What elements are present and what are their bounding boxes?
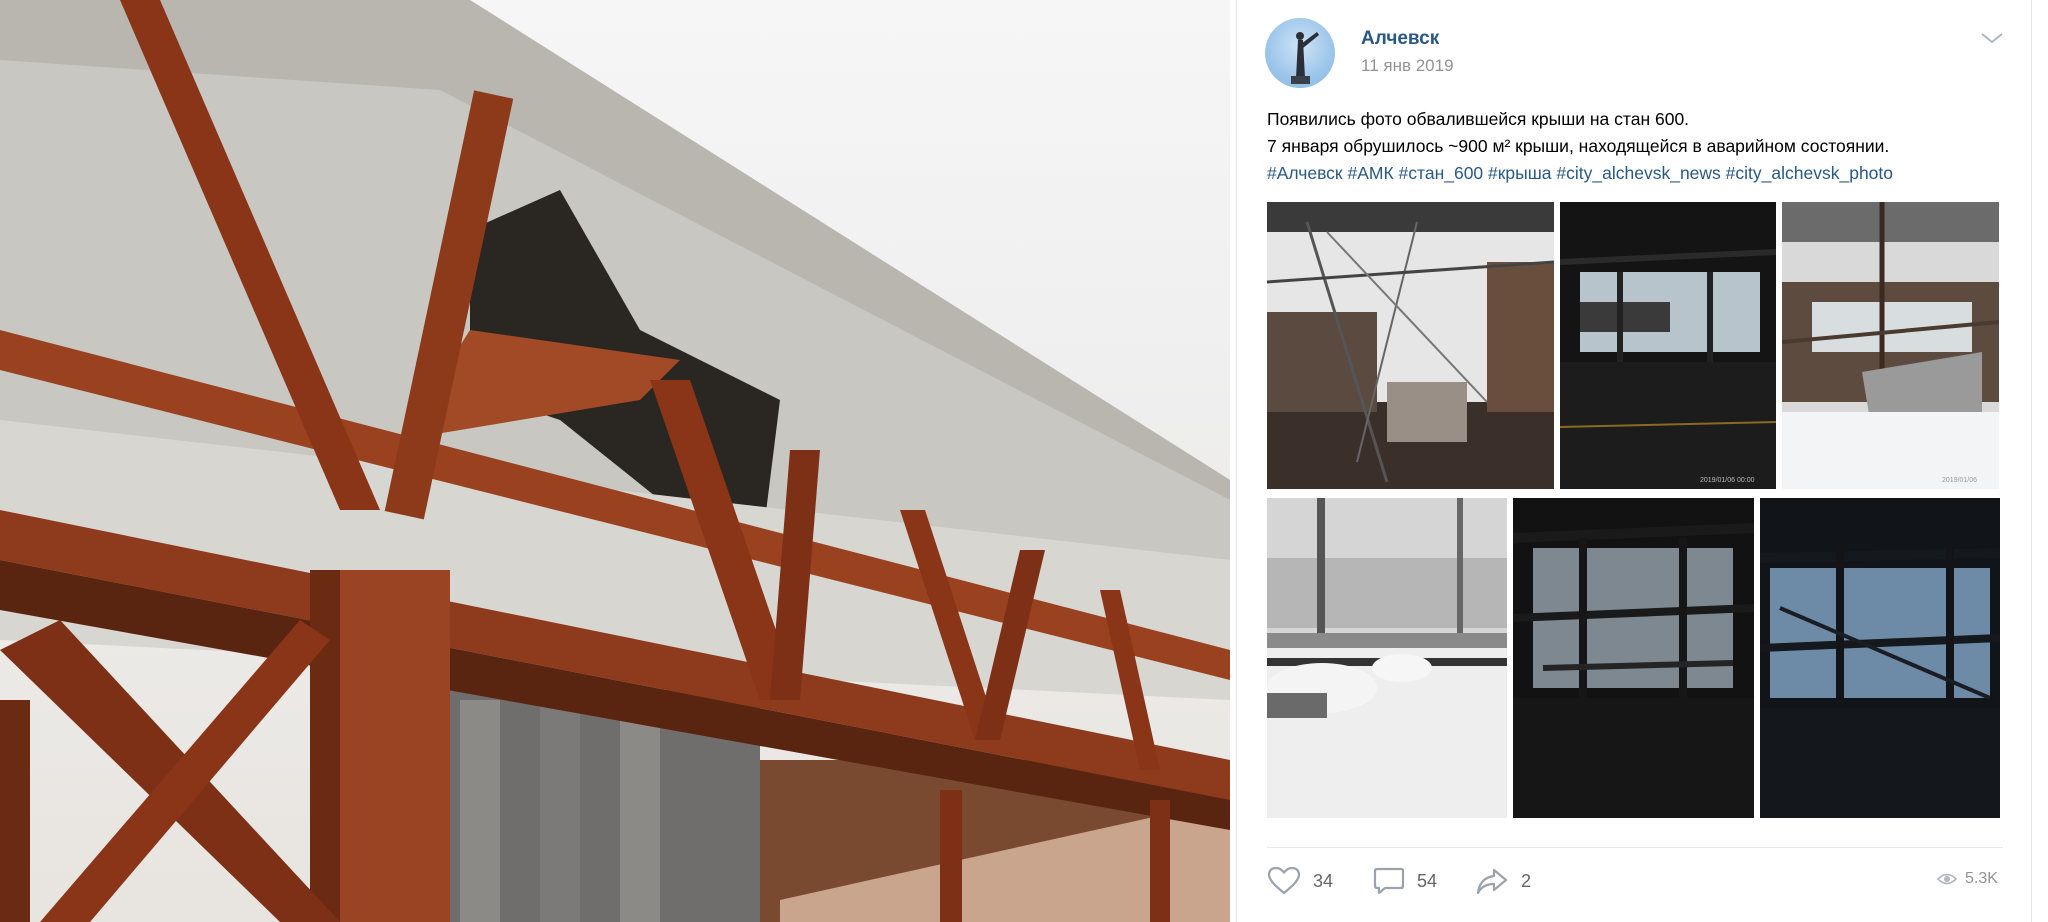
photo-thumbnail-3[interactable]: 2019/01/06 xyxy=(1782,202,1999,489)
post-date[interactable]: 11 янв 2019 xyxy=(1361,56,1454,76)
photo-thumbnail-5[interactable] xyxy=(1513,498,1754,818)
heart-icon xyxy=(1267,866,1301,895)
divider xyxy=(1267,847,2003,848)
views-count: 5.3K xyxy=(1965,870,1998,887)
eye-icon xyxy=(1937,873,1957,885)
hashtags: #Алчевск #АМК #стан_600 #крыша #city_alc… xyxy=(1267,160,2007,187)
author-name[interactable]: Алчевск xyxy=(1361,28,1439,50)
dark-hall-frame-blue-image xyxy=(1760,498,2000,818)
post-card: Алчевск 11 янв 2019 Появились фото обвал… xyxy=(1236,0,2032,922)
dark-hall-collapse-image: 2019/01/06 00:00 xyxy=(1560,202,1776,489)
photo-thumbnail-1[interactable] xyxy=(1267,202,1554,489)
hashtag-link[interactable]: #АМК xyxy=(1347,163,1393,183)
comment-button[interactable]: 54 xyxy=(1373,866,1437,896)
like-button[interactable]: 34 xyxy=(1267,866,1333,896)
monument-silhouette xyxy=(1291,32,1319,84)
share-icon xyxy=(1476,868,1508,895)
chevron-down-icon[interactable] xyxy=(1979,30,2005,46)
comment-count: 54 xyxy=(1417,870,1438,891)
collapsed-roof-daylight-image xyxy=(1267,202,1554,489)
collapsed-roof-snow-image: 2019/01/06 xyxy=(1782,202,1999,489)
avatar[interactable] xyxy=(1265,18,1335,88)
post-text-line: 7 января обрушилось ~900 м² крыши, наход… xyxy=(1267,136,1890,156)
comment-icon xyxy=(1373,867,1405,895)
hashtag-link[interactable]: #city_alchevsk_photo xyxy=(1726,163,1893,183)
hashtag-link[interactable]: #Алчевск xyxy=(1267,163,1343,183)
hashtag-link[interactable]: #стан_600 xyxy=(1399,163,1484,183)
collapsed-roof-illustration xyxy=(0,0,1230,922)
hashtag-link[interactable]: #крыша xyxy=(1488,163,1551,183)
dark-hall-frame-image xyxy=(1513,498,1754,818)
post-text-line: Появились фото обвалившейся крыши на ста… xyxy=(1267,109,1690,129)
snow-yard-image xyxy=(1267,498,1507,818)
photo-thumbnail-2[interactable]: 2019/01/06 00:00 xyxy=(1560,202,1776,489)
photo-timestamp: 2019/01/06 xyxy=(1942,477,1977,484)
main-photo[interactable] xyxy=(0,0,1230,922)
share-button[interactable]: 2 xyxy=(1475,866,1531,896)
post-text: Появились фото обвалившейся крыши на ста… xyxy=(1267,106,2007,187)
photo-thumbnail-6[interactable] xyxy=(1760,498,2000,818)
photo-timestamp: 2019/01/06 00:00 xyxy=(1700,477,1755,484)
photo-thumbnail-4[interactable] xyxy=(1267,498,1507,818)
share-count: 2 xyxy=(1521,870,1532,891)
hashtag-link[interactable]: #city_alchevsk_news xyxy=(1556,163,1720,183)
like-count: 34 xyxy=(1313,870,1334,891)
views-counter: 5.3K xyxy=(1937,870,1998,888)
